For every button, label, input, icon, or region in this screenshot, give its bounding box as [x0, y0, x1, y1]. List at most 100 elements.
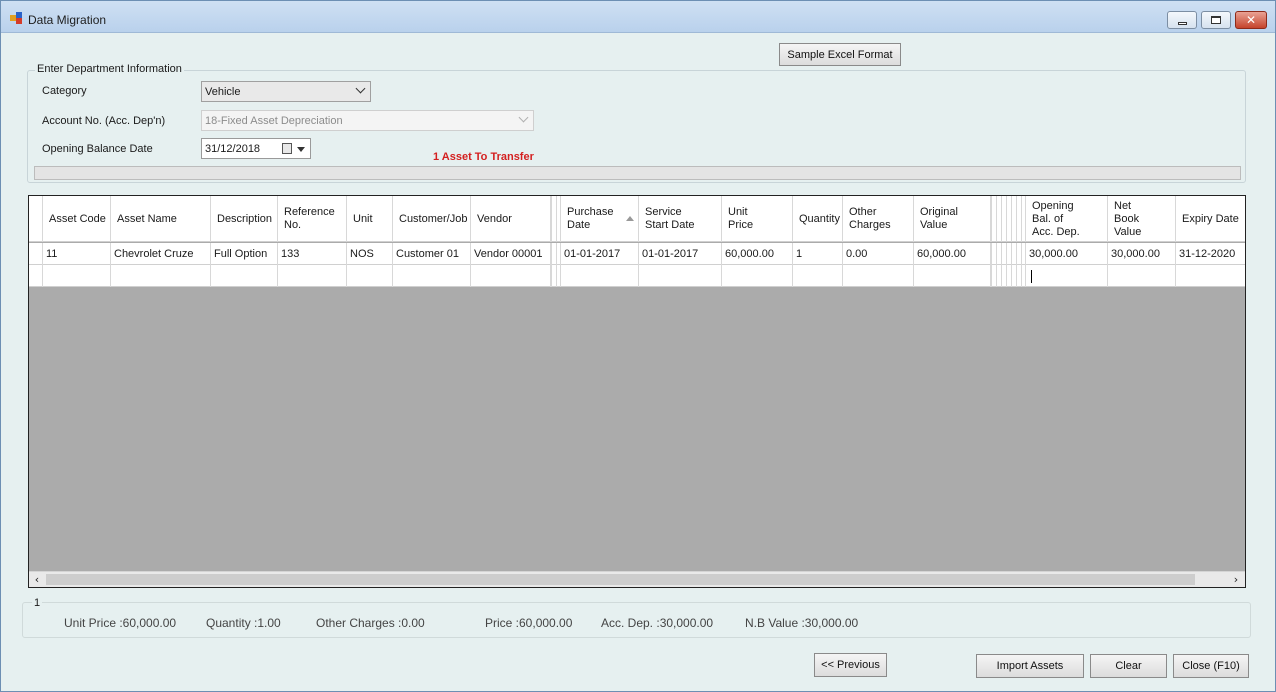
data-migration-window: Data Migration ✕ Sample Excel Format Ent…: [0, 0, 1276, 692]
asset-grid[interactable]: Asset Code Asset Name Description Reference…: [28, 195, 1246, 588]
client-area: Sample Excel Format Enter Department Inf…: [9, 34, 1269, 686]
clear-button[interactable]: Clear: [1090, 654, 1167, 678]
calendar-icon[interactable]: [282, 143, 292, 154]
table-cell[interactable]: Chevrolet Cruze: [111, 243, 211, 265]
import-assets-button[interactable]: Import Assets: [976, 654, 1084, 678]
table-cell[interactable]: 30,000.00: [1108, 243, 1176, 265]
table-cell[interactable]: 133: [278, 243, 347, 265]
transfer-status: 1 Asset To Transfer: [433, 151, 534, 163]
summary-unit-price: Unit Price :60,000.00: [64, 616, 177, 630]
table-cell[interactable]: 60,000.00: [722, 243, 793, 265]
summary-nb-value: N.B Value :30,000.00: [745, 616, 859, 630]
table-cell[interactable]: [639, 265, 722, 287]
table-cell[interactable]: Full Option: [211, 243, 278, 265]
maximize-icon: [1211, 16, 1221, 24]
table-cell[interactable]: 01-01-2017: [561, 243, 639, 265]
new-row[interactable]: [29, 265, 1245, 287]
close-icon: ✕: [1245, 13, 1257, 27]
table-cell[interactable]: 60,000.00: [914, 243, 991, 265]
table-cell[interactable]: 31-12-2020: [1176, 243, 1245, 265]
column-header[interactable]: Unit: [347, 196, 393, 242]
table-cell[interactable]: 0.00: [843, 243, 914, 265]
table-cell[interactable]: [111, 265, 211, 287]
column-header[interactable]: Unit Price: [722, 196, 793, 242]
column-header[interactable]: Vendor: [471, 196, 551, 242]
summary-acc-dep: Acc. Dep. :30,000.00: [601, 616, 714, 630]
table-cell[interactable]: 11: [43, 243, 111, 265]
row-header-corner: [29, 196, 43, 242]
grid-header: Asset Code Asset Name Description Reference…: [29, 196, 1245, 242]
table-cell[interactable]: [393, 265, 471, 287]
horizontal-scrollbar[interactable]: ‹ ›: [29, 571, 1245, 587]
table-cell[interactable]: [1108, 265, 1176, 287]
summary-price: Price :60,000.00: [485, 616, 573, 630]
table-row[interactable]: 11 Chevrolet Cruze Full Option 133 NOS Custom…: [29, 243, 1245, 265]
column-header[interactable]: Purchase Date: [561, 196, 639, 242]
summary-quantity: Quantity :1.00: [206, 616, 281, 630]
row-header[interactable]: [29, 265, 43, 287]
close-button[interactable]: Close (F10): [1173, 654, 1249, 678]
column-header[interactable]: Description: [211, 196, 278, 242]
sort-ascending-icon: [626, 216, 634, 221]
app-icon: [10, 12, 22, 24]
table-cell[interactable]: 30,000.00: [1026, 243, 1108, 265]
table-cell[interactable]: 01-01-2017: [639, 243, 722, 265]
table-cell[interactable]: [843, 265, 914, 287]
table-cell[interactable]: [43, 265, 111, 287]
scroll-left-icon[interactable]: ‹: [29, 573, 45, 587]
text-cursor: [1031, 269, 1032, 283]
account-label: Account No. (Acc. Dep'n): [42, 115, 166, 127]
scroll-right-icon[interactable]: ›: [1228, 573, 1244, 587]
table-cell[interactable]: [793, 265, 843, 287]
collapsed-cell: [551, 243, 561, 265]
category-select[interactable]: Vehicle: [201, 81, 371, 102]
table-cell[interactable]: [471, 265, 551, 287]
close-window-button[interactable]: ✕: [1235, 11, 1267, 29]
table-cell[interactable]: [914, 265, 991, 287]
department-info-legend: Enter Department Information: [35, 63, 184, 75]
title-bar[interactable]: Data Migration ✕: [1, 1, 1275, 33]
table-cell[interactable]: Vendor 00001: [471, 243, 551, 265]
table-cell[interactable]: [1176, 265, 1245, 287]
sample-excel-format-button[interactable]: Sample Excel Format: [779, 43, 901, 66]
opening-date-label: Opening Balance Date: [42, 143, 153, 155]
opening-date-picker[interactable]: 31/12/2018: [201, 138, 311, 159]
scroll-thumb[interactable]: [46, 574, 1195, 585]
table-cell[interactable]: NOS: [347, 243, 393, 265]
opening-date-value: 31/12/2018: [205, 142, 261, 155]
column-header[interactable]: Opening Bal. of Acc. Dep.: [1026, 196, 1108, 242]
row-header[interactable]: [29, 243, 43, 265]
column-header[interactable]: Asset Name: [111, 196, 211, 242]
column-header[interactable]: Customer/Job: [393, 196, 471, 242]
column-header[interactable]: Expiry Date: [1176, 196, 1245, 242]
chevron-down-icon: [355, 83, 366, 94]
summary-other-charges: Other Charges :0.00: [316, 616, 425, 630]
column-header[interactable]: Service Start Date: [639, 196, 722, 242]
column-header[interactable]: Asset Code: [43, 196, 111, 242]
collapsed-cell: [991, 243, 1026, 265]
record-count: 1: [32, 597, 43, 609]
column-header[interactable]: Quantity: [793, 196, 843, 242]
column-header[interactable]: Other Charges: [843, 196, 914, 242]
table-cell[interactable]: 1: [793, 243, 843, 265]
collapsed-columns[interactable]: [991, 196, 1026, 242]
table-cell[interactable]: [561, 265, 639, 287]
column-header[interactable]: Net Book Value: [1108, 196, 1176, 242]
collapsed-cell: [551, 265, 561, 287]
collapsed-cell: [991, 265, 1026, 287]
minimize-button[interactable]: [1167, 11, 1197, 29]
table-cell[interactable]: [211, 265, 278, 287]
table-cell[interactable]: [1026, 265, 1108, 287]
account-select: 18-Fixed Asset Depreciation: [201, 110, 534, 131]
table-cell[interactable]: [722, 265, 793, 287]
column-header[interactable]: Reference No.: [278, 196, 347, 242]
maximize-button[interactable]: [1201, 11, 1231, 29]
column-header[interactable]: Original Value: [914, 196, 991, 242]
account-value: 18-Fixed Asset Depreciation: [205, 114, 343, 127]
collapsed-columns[interactable]: [551, 196, 561, 242]
table-cell[interactable]: Customer 01: [393, 243, 471, 265]
dropdown-arrow-icon[interactable]: [297, 147, 305, 152]
table-cell[interactable]: [347, 265, 393, 287]
previous-button[interactable]: << Previous: [814, 653, 887, 677]
table-cell[interactable]: [278, 265, 347, 287]
